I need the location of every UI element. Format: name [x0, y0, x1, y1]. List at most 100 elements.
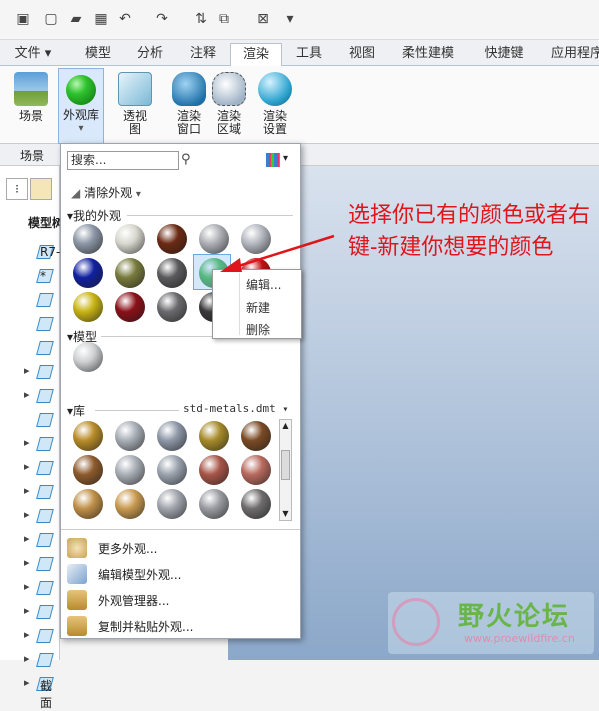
- tab-model[interactable]: 模型: [72, 43, 124, 66]
- my-appearance-swatch[interactable]: [157, 258, 187, 288]
- expand-icon[interactable]: ▸: [24, 556, 30, 569]
- expand-icon[interactable]: ▸: [24, 460, 30, 473]
- tree-row[interactable]: ▸: [0, 482, 60, 504]
- tree-row[interactable]: ▸: [0, 386, 60, 408]
- folder-tab-icon[interactable]: [30, 178, 52, 200]
- tab-render[interactable]: 渲染: [230, 43, 282, 67]
- tab-shortcuts[interactable]: 快捷键: [470, 43, 538, 66]
- library-appearance-swatch[interactable]: [199, 489, 229, 519]
- library-appearance-swatch[interactable]: [199, 455, 229, 485]
- appearance-gallery-button[interactable]: 外观库 ▾: [58, 68, 104, 144]
- menu-item-new[interactable]: 新建: [246, 299, 270, 316]
- my-appearance-swatch[interactable]: [115, 258, 145, 288]
- library-appearance-swatch[interactable]: [73, 455, 103, 485]
- my-appearance-swatch[interactable]: [115, 224, 145, 254]
- expand-icon[interactable]: ▸: [24, 580, 30, 593]
- expand-icon[interactable]: ▸: [24, 628, 30, 641]
- scene-button[interactable]: 场景: [8, 68, 54, 144]
- my-appearance-swatch[interactable]: [157, 292, 187, 322]
- expand-icon[interactable]: ▸: [24, 364, 30, 377]
- tree-row[interactable]: *: [0, 266, 60, 288]
- menu-item-edit[interactable]: 编辑...: [246, 276, 281, 293]
- library-appearance-swatch[interactable]: [73, 489, 103, 519]
- scrollbar-thumb[interactable]: [281, 450, 290, 480]
- search-input[interactable]: 搜索...: [67, 151, 179, 170]
- more-appearances-button[interactable]: 更多外观...: [67, 536, 295, 560]
- render-region-button[interactable]: 渲染 区域: [206, 68, 252, 144]
- tree-row[interactable]: ▸: [0, 554, 60, 576]
- tab-annotate[interactable]: 注释: [178, 43, 228, 66]
- window-icon[interactable]: ▣: [13, 9, 33, 29]
- tree-row[interactable]: ▸: [0, 506, 60, 528]
- tree-row[interactable]: [0, 410, 60, 432]
- model-appearance-swatch[interactable]: [73, 342, 103, 372]
- my-appearance-swatch[interactable]: [157, 224, 187, 254]
- new-file-icon[interactable]: ▢: [41, 9, 61, 29]
- tab-analysis[interactable]: 分析: [126, 43, 174, 66]
- tree-row[interactable]: ▸: [0, 362, 60, 384]
- expand-icon[interactable]: ▸: [24, 388, 30, 401]
- my-appearance-swatch[interactable]: [115, 292, 145, 322]
- scroll-up-icon[interactable]: ▲: [280, 420, 291, 432]
- library-appearance-swatch[interactable]: [241, 455, 271, 485]
- library-appearance-swatch[interactable]: [241, 421, 271, 451]
- customize-icon[interactable]: ▾: [280, 9, 300, 29]
- windows-icon[interactable]: ⧉: [214, 9, 234, 29]
- library-appearance-swatch[interactable]: [241, 489, 271, 519]
- expand-icon[interactable]: ▸: [24, 508, 30, 521]
- my-appearance-swatch[interactable]: [73, 258, 103, 288]
- scroll-down-icon[interactable]: ▼: [280, 508, 291, 520]
- undo-icon[interactable]: ↶: [115, 9, 135, 29]
- tree-row[interactable]: [0, 338, 60, 360]
- tree-row[interactable]: ▸: [0, 602, 60, 624]
- render-settings-button[interactable]: 渲染 设置: [252, 68, 298, 144]
- library-scrollbar[interactable]: ▲ ▼: [279, 419, 292, 521]
- expand-icon[interactable]: ▸: [24, 436, 30, 449]
- view-options-chevron-icon[interactable]: ▾: [283, 153, 288, 164]
- search-icon[interactable]: ⚲: [181, 152, 191, 167]
- tab-flexible-modeling[interactable]: 柔性建模: [390, 43, 466, 66]
- tree-tab-icon[interactable]: ⁝: [6, 178, 28, 200]
- library-appearance-swatch[interactable]: [199, 421, 229, 451]
- library-appearance-swatch[interactable]: [115, 421, 145, 451]
- tree-row[interactable]: ▸: [0, 530, 60, 552]
- clear-appearance-button[interactable]: ◢ 清除外观 ▾: [71, 184, 141, 201]
- library-appearance-swatch[interactable]: [157, 455, 187, 485]
- library-header[interactable]: ▾库: [67, 402, 85, 419]
- tree-row[interactable]: ▸ 截面: [0, 674, 60, 710]
- save-icon[interactable]: ▦: [91, 9, 111, 29]
- open-folder-icon[interactable]: ▰: [66, 9, 86, 29]
- tree-row[interactable]: ▸: [0, 458, 60, 480]
- tree-row[interactable]: [0, 314, 60, 336]
- library-file-selector[interactable]: std-metals.dmt ▾: [183, 402, 288, 415]
- tab-file[interactable]: 文件 ▾: [6, 43, 60, 66]
- regenerate-icon[interactable]: ⇅: [191, 9, 211, 29]
- expand-icon[interactable]: ▸: [24, 652, 30, 665]
- library-appearance-swatch[interactable]: [157, 489, 187, 519]
- expand-icon[interactable]: ▸: [24, 484, 30, 497]
- copy-paste-appearance-button[interactable]: 复制并粘贴外观...: [67, 614, 295, 638]
- tab-tools[interactable]: 工具: [284, 43, 334, 66]
- menu-item-delete[interactable]: 删除: [246, 321, 270, 338]
- tree-row[interactable]: ▸: [0, 650, 60, 672]
- library-appearance-swatch[interactable]: [115, 489, 145, 519]
- expand-icon[interactable]: ▸: [24, 532, 30, 545]
- appearance-manager-button[interactable]: 外观管理器...: [67, 588, 295, 612]
- redo-icon[interactable]: ↷: [152, 9, 172, 29]
- edit-model-appearance-button[interactable]: 编辑模型外观...: [67, 562, 295, 586]
- library-appearance-swatch[interactable]: [115, 455, 145, 485]
- tree-row[interactable]: R7-: [0, 242, 60, 264]
- tab-view[interactable]: 视图: [338, 43, 386, 66]
- tree-row[interactable]: [0, 290, 60, 312]
- my-appearances-header[interactable]: ▾我的外观: [67, 207, 121, 224]
- library-appearance-swatch[interactable]: [73, 421, 103, 451]
- library-appearance-swatch[interactable]: [157, 421, 187, 451]
- my-appearance-swatch[interactable]: [73, 292, 103, 322]
- close-window-icon[interactable]: ⊠: [253, 9, 273, 29]
- tree-row[interactable]: ▸: [0, 626, 60, 648]
- expand-icon[interactable]: ▸: [24, 676, 30, 689]
- expand-icon[interactable]: ▸: [24, 604, 30, 617]
- my-appearance-swatch[interactable]: [73, 224, 103, 254]
- perspective-view-button[interactable]: 透视 图: [112, 68, 158, 144]
- tree-row[interactable]: ▸: [0, 434, 60, 456]
